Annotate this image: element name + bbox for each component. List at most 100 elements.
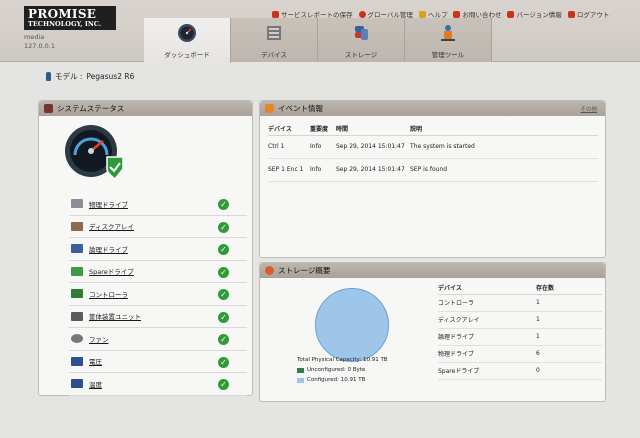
status-item-link[interactable]: 物理ドライブ [89, 199, 128, 209]
table-row: 論理ドライブ 1 [438, 328, 602, 346]
panel-header: システムステータス [39, 101, 252, 116]
legend-unconfigured: Unconfigured: 0 Byte [297, 367, 365, 373]
status-item-link[interactable]: Spareドライブ [89, 266, 134, 276]
controller-icon [71, 289, 83, 299]
status-item-link[interactable]: 温度 [89, 379, 102, 389]
brand-line1: PROMISE [28, 7, 97, 21]
brand-line2: TECHNOLOGY, INC. [28, 20, 102, 28]
cell: 物理ドライブ [438, 345, 536, 363]
panel-header: イベント情報 [260, 101, 605, 116]
status-icon [44, 104, 53, 113]
tab-label: ストレージ [344, 51, 378, 59]
legend-configured: Configured: 10.91 TB [297, 377, 365, 383]
header: PROMISE TECHNOLOGY, INC. media 127.0.0.1… [0, 0, 640, 63]
events-table: デバイス 重要度 時間 説明 Ctrl 1 Info Sep 29, 2014 … [268, 123, 598, 182]
table-header-row: デバイス 存在数 [438, 281, 602, 295]
col-description: 説明 [410, 123, 598, 136]
spare-drive-icon [71, 266, 83, 276]
storage-summary-table: デバイス 存在数 コントローラ 1 ディスクアレイ 1 論理ドライブ 1 物理ド… [438, 281, 602, 380]
cell: SEP 1 Enc 1 [268, 158, 310, 182]
status-item-controller: コントローラ ✓ [69, 283, 247, 306]
cell: Info [310, 158, 336, 182]
status-item-link[interactable]: 電圧 [89, 356, 102, 366]
cell: The system is started [410, 135, 598, 159]
host-ip: 127.0.0.1 [24, 42, 56, 50]
panel-title: システムステータス [57, 104, 125, 113]
status-item-link[interactable]: ディスクアレイ [89, 221, 134, 231]
check-icon: ✓ [218, 199, 229, 210]
storage-icon [355, 26, 368, 40]
status-item-temperature: 温度 ✓ [69, 373, 247, 396]
table-row: Spareドライブ 0 [438, 362, 602, 380]
cell: SEP is found [410, 158, 598, 182]
tab-label: ダッシュボード [164, 51, 210, 59]
cell: 6 [536, 345, 602, 363]
system-status-panel: システムステータス 物理ドライブ ✓ ディスクアレイ ✓ 論理ドライブ ✓ Sp… [38, 100, 253, 396]
check-icon: ✓ [218, 266, 229, 278]
tab-device[interactable]: デバイス [231, 18, 318, 62]
help-icon [418, 10, 426, 18]
device-icon [267, 26, 281, 40]
model-info: モデル : Pegasus2 R6 [46, 71, 134, 82]
logical-drive-icon [71, 244, 83, 254]
cell: コントローラ [438, 294, 536, 312]
link-label: バージョン情報 [516, 11, 562, 19]
total-capacity: Total Physical Capacity: 10.91 TB [297, 357, 388, 363]
host-info: media 127.0.0.1 [24, 33, 55, 51]
cell: 1 [536, 311, 602, 329]
cell: 1 [536, 294, 602, 312]
check-icon: ✓ [218, 379, 229, 390]
tab-label: 管理ツール [431, 51, 465, 59]
table-row: 物理ドライブ 6 [438, 345, 602, 363]
legend-label: Unconfigured: 0 Byte [307, 367, 366, 373]
status-item-fan: ファン ✓ [69, 328, 247, 351]
fan-icon [71, 334, 83, 344]
tab-admin-tools[interactable]: 管理ツール [405, 18, 492, 62]
check-icon: ✓ [218, 221, 229, 233]
contact-icon [453, 10, 461, 18]
cell: ディスクアレイ [438, 311, 536, 329]
status-item-link[interactable]: 論理ドライブ [89, 244, 128, 254]
status-item-disk-array: ディスクアレイ ✓ [69, 216, 247, 238]
host-name: media [24, 33, 45, 41]
table-header-row: デバイス 重要度 時間 説明 [268, 123, 598, 136]
info-icon [507, 10, 515, 18]
legend-swatch [297, 367, 304, 373]
tab-storage[interactable]: ストレージ [318, 18, 405, 62]
physical-drive-icon [71, 199, 83, 209]
cell: Info [310, 135, 336, 159]
col-severity: 重要度 [310, 123, 336, 136]
tab-dashboard[interactable]: ダッシュボード [144, 18, 231, 63]
check-icon: ✓ [218, 356, 229, 368]
gauge-icon [178, 24, 196, 42]
voltage-icon [71, 356, 83, 366]
cell: Spareドライブ [438, 362, 536, 380]
system-gauge-icon [65, 125, 124, 181]
cell: Sep 29, 2014 15:01:47 [336, 158, 410, 182]
calendar-icon [265, 104, 274, 113]
status-item-spare-drive: Spareドライブ ✓ [69, 261, 247, 283]
storage-pie-icon [265, 266, 274, 275]
status-item-link[interactable]: コントローラ [89, 289, 128, 299]
cell: Sep 29, 2014 15:01:47 [336, 135, 410, 159]
logout-link[interactable]: ログアウト [567, 9, 609, 19]
more-events-link[interactable]: その他 [580, 105, 597, 113]
version-info-link[interactable]: バージョン情報 [507, 9, 562, 19]
status-item-link[interactable]: ファン [89, 334, 109, 344]
col-time: 時間 [336, 123, 410, 136]
cell: Ctrl 1 [268, 135, 310, 159]
logout-icon [567, 10, 575, 18]
capacity-pie-chart [315, 288, 389, 362]
temperature-icon [71, 379, 83, 389]
main-tabs: ダッシュボード デバイス ストレージ 管理ツール [144, 18, 492, 63]
status-item-logical-drive: 論理ドライブ ✓ [69, 238, 247, 261]
legend-swatch [297, 377, 304, 383]
legend-label: Configured: 10.91 TB [307, 377, 366, 383]
check-icon: ✓ [218, 311, 229, 323]
col-device: デバイス [268, 123, 310, 136]
col-count: 存在数 [536, 281, 602, 295]
status-item-link[interactable]: 筐体装置ユニット [89, 311, 141, 321]
report-icon [272, 10, 279, 18]
model-label: モデル : [55, 72, 83, 81]
person-icon [46, 72, 51, 81]
